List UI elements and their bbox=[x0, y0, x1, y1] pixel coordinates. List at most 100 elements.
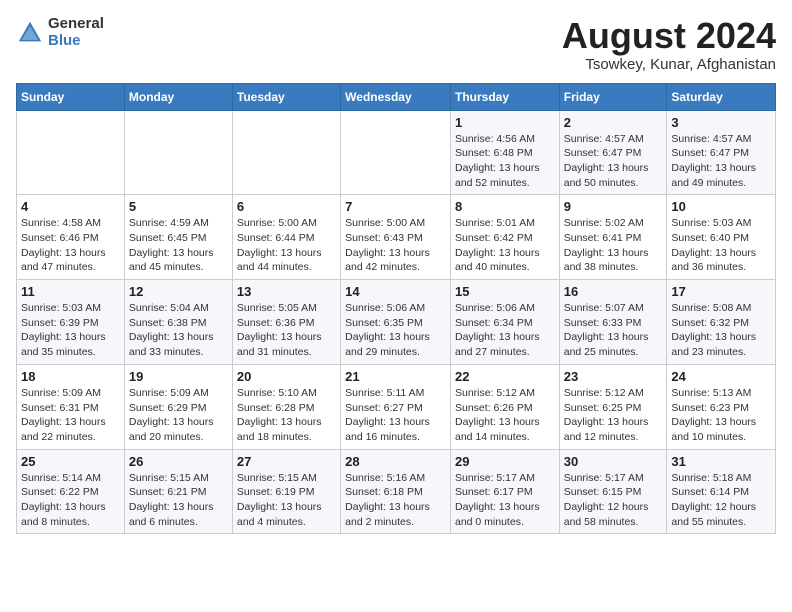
day-number: 21 bbox=[345, 369, 446, 384]
day-info: Sunrise: 5:15 AM Sunset: 6:19 PM Dayligh… bbox=[237, 471, 336, 530]
calendar-cell: 27 Sunrise: 5:15 AM Sunset: 6:19 PM Dayli… bbox=[232, 449, 340, 534]
day-info: Sunrise: 4:57 AM Sunset: 6:47 PM Dayligh… bbox=[671, 132, 771, 191]
calendar-week-row: 25 Sunrise: 5:14 AM Sunset: 6:22 PM Dayli… bbox=[17, 449, 776, 534]
day-number: 15 bbox=[455, 284, 555, 299]
calendar-cell: 29Sunrise: 5:17 AM Sunset: 6:17 PM Dayli… bbox=[450, 449, 559, 534]
weekday-header-saturday: Saturday bbox=[667, 83, 776, 110]
calendar-cell: 7 Sunrise: 5:00 AM Sunset: 6:43 PM Daylig… bbox=[341, 195, 451, 280]
day-number: 31 bbox=[671, 454, 771, 469]
day-number: 13 bbox=[237, 284, 336, 299]
day-info: Sunrise: 5:16 AM Sunset: 6:18 PM Dayligh… bbox=[345, 471, 446, 530]
page-header: General Blue August 2024 Tsowkey, Kunar,… bbox=[16, 16, 776, 73]
calendar-cell: 31 Sunrise: 5:18 AM Sunset: 6:14 PM Dayli… bbox=[667, 449, 776, 534]
weekday-header-friday: Friday bbox=[559, 83, 667, 110]
calendar-cell: 8Sunrise: 5:01 AM Sunset: 6:42 PM Daylig… bbox=[450, 195, 559, 280]
calendar-cell: 13 Sunrise: 5:05 AM Sunset: 6:36 PM Dayli… bbox=[232, 280, 340, 365]
day-number: 20 bbox=[237, 369, 336, 384]
day-number: 5 bbox=[129, 199, 228, 214]
day-number: 19 bbox=[129, 369, 228, 384]
day-info: Sunrise: 4:56 AM Sunset: 6:48 PM Dayligh… bbox=[455, 132, 555, 191]
calendar-cell bbox=[341, 110, 451, 195]
day-number: 4 bbox=[21, 199, 120, 214]
day-number: 27 bbox=[237, 454, 336, 469]
day-number: 24 bbox=[671, 369, 771, 384]
day-info: Sunrise: 4:57 AM Sunset: 6:47 PM Dayligh… bbox=[564, 132, 663, 191]
calendar-week-row: 11Sunrise: 5:03 AM Sunset: 6:39 PM Dayli… bbox=[17, 280, 776, 365]
day-number: 22 bbox=[455, 369, 555, 384]
calendar-cell: 2 Sunrise: 4:57 AM Sunset: 6:47 PM Daylig… bbox=[559, 110, 667, 195]
calendar-cell: 3Sunrise: 4:57 AM Sunset: 6:47 PM Daylig… bbox=[667, 110, 776, 195]
day-info: Sunrise: 5:17 AM Sunset: 6:15 PM Dayligh… bbox=[564, 471, 663, 530]
day-info: Sunrise: 5:01 AM Sunset: 6:42 PM Dayligh… bbox=[455, 216, 555, 275]
day-info: Sunrise: 5:03 AM Sunset: 6:39 PM Dayligh… bbox=[21, 301, 120, 360]
calendar-cell: 10 Sunrise: 5:03 AM Sunset: 6:40 PM Dayli… bbox=[667, 195, 776, 280]
day-number: 1 bbox=[455, 115, 555, 130]
calendar-cell: 22Sunrise: 5:12 AM Sunset: 6:26 PM Dayli… bbox=[450, 364, 559, 449]
day-number: 17 bbox=[671, 284, 771, 299]
day-info: Sunrise: 4:59 AM Sunset: 6:45 PM Dayligh… bbox=[129, 216, 228, 275]
calendar-cell: 5 Sunrise: 4:59 AM Sunset: 6:45 PM Daylig… bbox=[124, 195, 232, 280]
calendar-cell: 21Sunrise: 5:11 AM Sunset: 6:27 PM Dayli… bbox=[341, 364, 451, 449]
day-info: Sunrise: 4:58 AM Sunset: 6:46 PM Dayligh… bbox=[21, 216, 120, 275]
day-info: Sunrise: 5:05 AM Sunset: 6:36 PM Dayligh… bbox=[237, 301, 336, 360]
calendar-cell: 23Sunrise: 5:12 AM Sunset: 6:25 PM Dayli… bbox=[559, 364, 667, 449]
day-info: Sunrise: 5:14 AM Sunset: 6:22 PM Dayligh… bbox=[21, 471, 120, 530]
day-number: 26 bbox=[129, 454, 228, 469]
calendar-cell: 25 Sunrise: 5:14 AM Sunset: 6:22 PM Dayli… bbox=[17, 449, 125, 534]
calendar-cell: 30 Sunrise: 5:17 AM Sunset: 6:15 PM Dayli… bbox=[559, 449, 667, 534]
calendar-cell: 12 Sunrise: 5:04 AM Sunset: 6:38 PM Dayli… bbox=[124, 280, 232, 365]
title-block: August 2024 Tsowkey, Kunar, Afghanistan bbox=[562, 16, 776, 73]
weekday-header-row: SundayMondayTuesdayWednesdayThursdayFrid… bbox=[17, 83, 776, 110]
day-info: Sunrise: 5:07 AM Sunset: 6:33 PM Dayligh… bbox=[564, 301, 663, 360]
day-info: Sunrise: 5:18 AM Sunset: 6:14 PM Dayligh… bbox=[671, 471, 771, 530]
calendar-table: SundayMondayTuesdayWednesdayThursdayFrid… bbox=[16, 83, 776, 535]
weekday-header-thursday: Thursday bbox=[450, 83, 559, 110]
day-info: Sunrise: 5:02 AM Sunset: 6:41 PM Dayligh… bbox=[564, 216, 663, 275]
calendar-cell bbox=[232, 110, 340, 195]
calendar-cell: 19Sunrise: 5:09 AM Sunset: 6:29 PM Dayli… bbox=[124, 364, 232, 449]
calendar-cell: 1 Sunrise: 4:56 AM Sunset: 6:48 PM Daylig… bbox=[450, 110, 559, 195]
day-info: Sunrise: 5:15 AM Sunset: 6:21 PM Dayligh… bbox=[129, 471, 228, 530]
calendar-cell bbox=[17, 110, 125, 195]
calendar-cell: 4 Sunrise: 4:58 AM Sunset: 6:46 PM Daylig… bbox=[17, 195, 125, 280]
day-info: Sunrise: 5:17 AM Sunset: 6:17 PM Dayligh… bbox=[455, 471, 555, 530]
calendar-cell: 11Sunrise: 5:03 AM Sunset: 6:39 PM Dayli… bbox=[17, 280, 125, 365]
calendar-cell: 9 Sunrise: 5:02 AM Sunset: 6:41 PM Daylig… bbox=[559, 195, 667, 280]
calendar-cell: 17 Sunrise: 5:08 AM Sunset: 6:32 PM Dayli… bbox=[667, 280, 776, 365]
day-number: 2 bbox=[564, 115, 663, 130]
day-number: 23 bbox=[564, 369, 663, 384]
calendar-cell: 20 Sunrise: 5:10 AM Sunset: 6:28 PM Dayli… bbox=[232, 364, 340, 449]
day-info: Sunrise: 5:09 AM Sunset: 6:31 PM Dayligh… bbox=[21, 386, 120, 445]
day-number: 30 bbox=[564, 454, 663, 469]
day-number: 9 bbox=[564, 199, 663, 214]
weekday-header-wednesday: Wednesday bbox=[341, 83, 451, 110]
logo-icon bbox=[16, 19, 44, 47]
day-number: 16 bbox=[564, 284, 663, 299]
logo-blue-text: Blue bbox=[48, 33, 104, 50]
day-info: Sunrise: 5:03 AM Sunset: 6:40 PM Dayligh… bbox=[671, 216, 771, 275]
day-info: Sunrise: 5:06 AM Sunset: 6:34 PM Dayligh… bbox=[455, 301, 555, 360]
day-number: 7 bbox=[345, 199, 446, 214]
day-number: 12 bbox=[129, 284, 228, 299]
calendar-cell: 6Sunrise: 5:00 AM Sunset: 6:44 PM Daylig… bbox=[232, 195, 340, 280]
day-number: 25 bbox=[21, 454, 120, 469]
weekday-header-monday: Monday bbox=[124, 83, 232, 110]
calendar-week-row: 1 Sunrise: 4:56 AM Sunset: 6:48 PM Daylig… bbox=[17, 110, 776, 195]
calendar-cell: 26 Sunrise: 5:15 AM Sunset: 6:21 PM Dayli… bbox=[124, 449, 232, 534]
page-subtitle: Tsowkey, Kunar, Afghanistan bbox=[562, 56, 776, 73]
logo-text: General Blue bbox=[48, 16, 104, 49]
day-info: Sunrise: 5:00 AM Sunset: 6:43 PM Dayligh… bbox=[345, 216, 446, 275]
day-info: Sunrise: 5:00 AM Sunset: 6:44 PM Dayligh… bbox=[237, 216, 336, 275]
weekday-header-tuesday: Tuesday bbox=[232, 83, 340, 110]
day-info: Sunrise: 5:04 AM Sunset: 6:38 PM Dayligh… bbox=[129, 301, 228, 360]
logo-general-text: General bbox=[48, 16, 104, 33]
day-number: 28 bbox=[345, 454, 446, 469]
day-info: Sunrise: 5:10 AM Sunset: 6:28 PM Dayligh… bbox=[237, 386, 336, 445]
day-info: Sunrise: 5:08 AM Sunset: 6:32 PM Dayligh… bbox=[671, 301, 771, 360]
calendar-cell bbox=[124, 110, 232, 195]
calendar-cell: 14Sunrise: 5:06 AM Sunset: 6:35 PM Dayli… bbox=[341, 280, 451, 365]
calendar-week-row: 18Sunrise: 5:09 AM Sunset: 6:31 PM Dayli… bbox=[17, 364, 776, 449]
day-number: 10 bbox=[671, 199, 771, 214]
day-number: 14 bbox=[345, 284, 446, 299]
logo: General Blue bbox=[16, 16, 104, 49]
